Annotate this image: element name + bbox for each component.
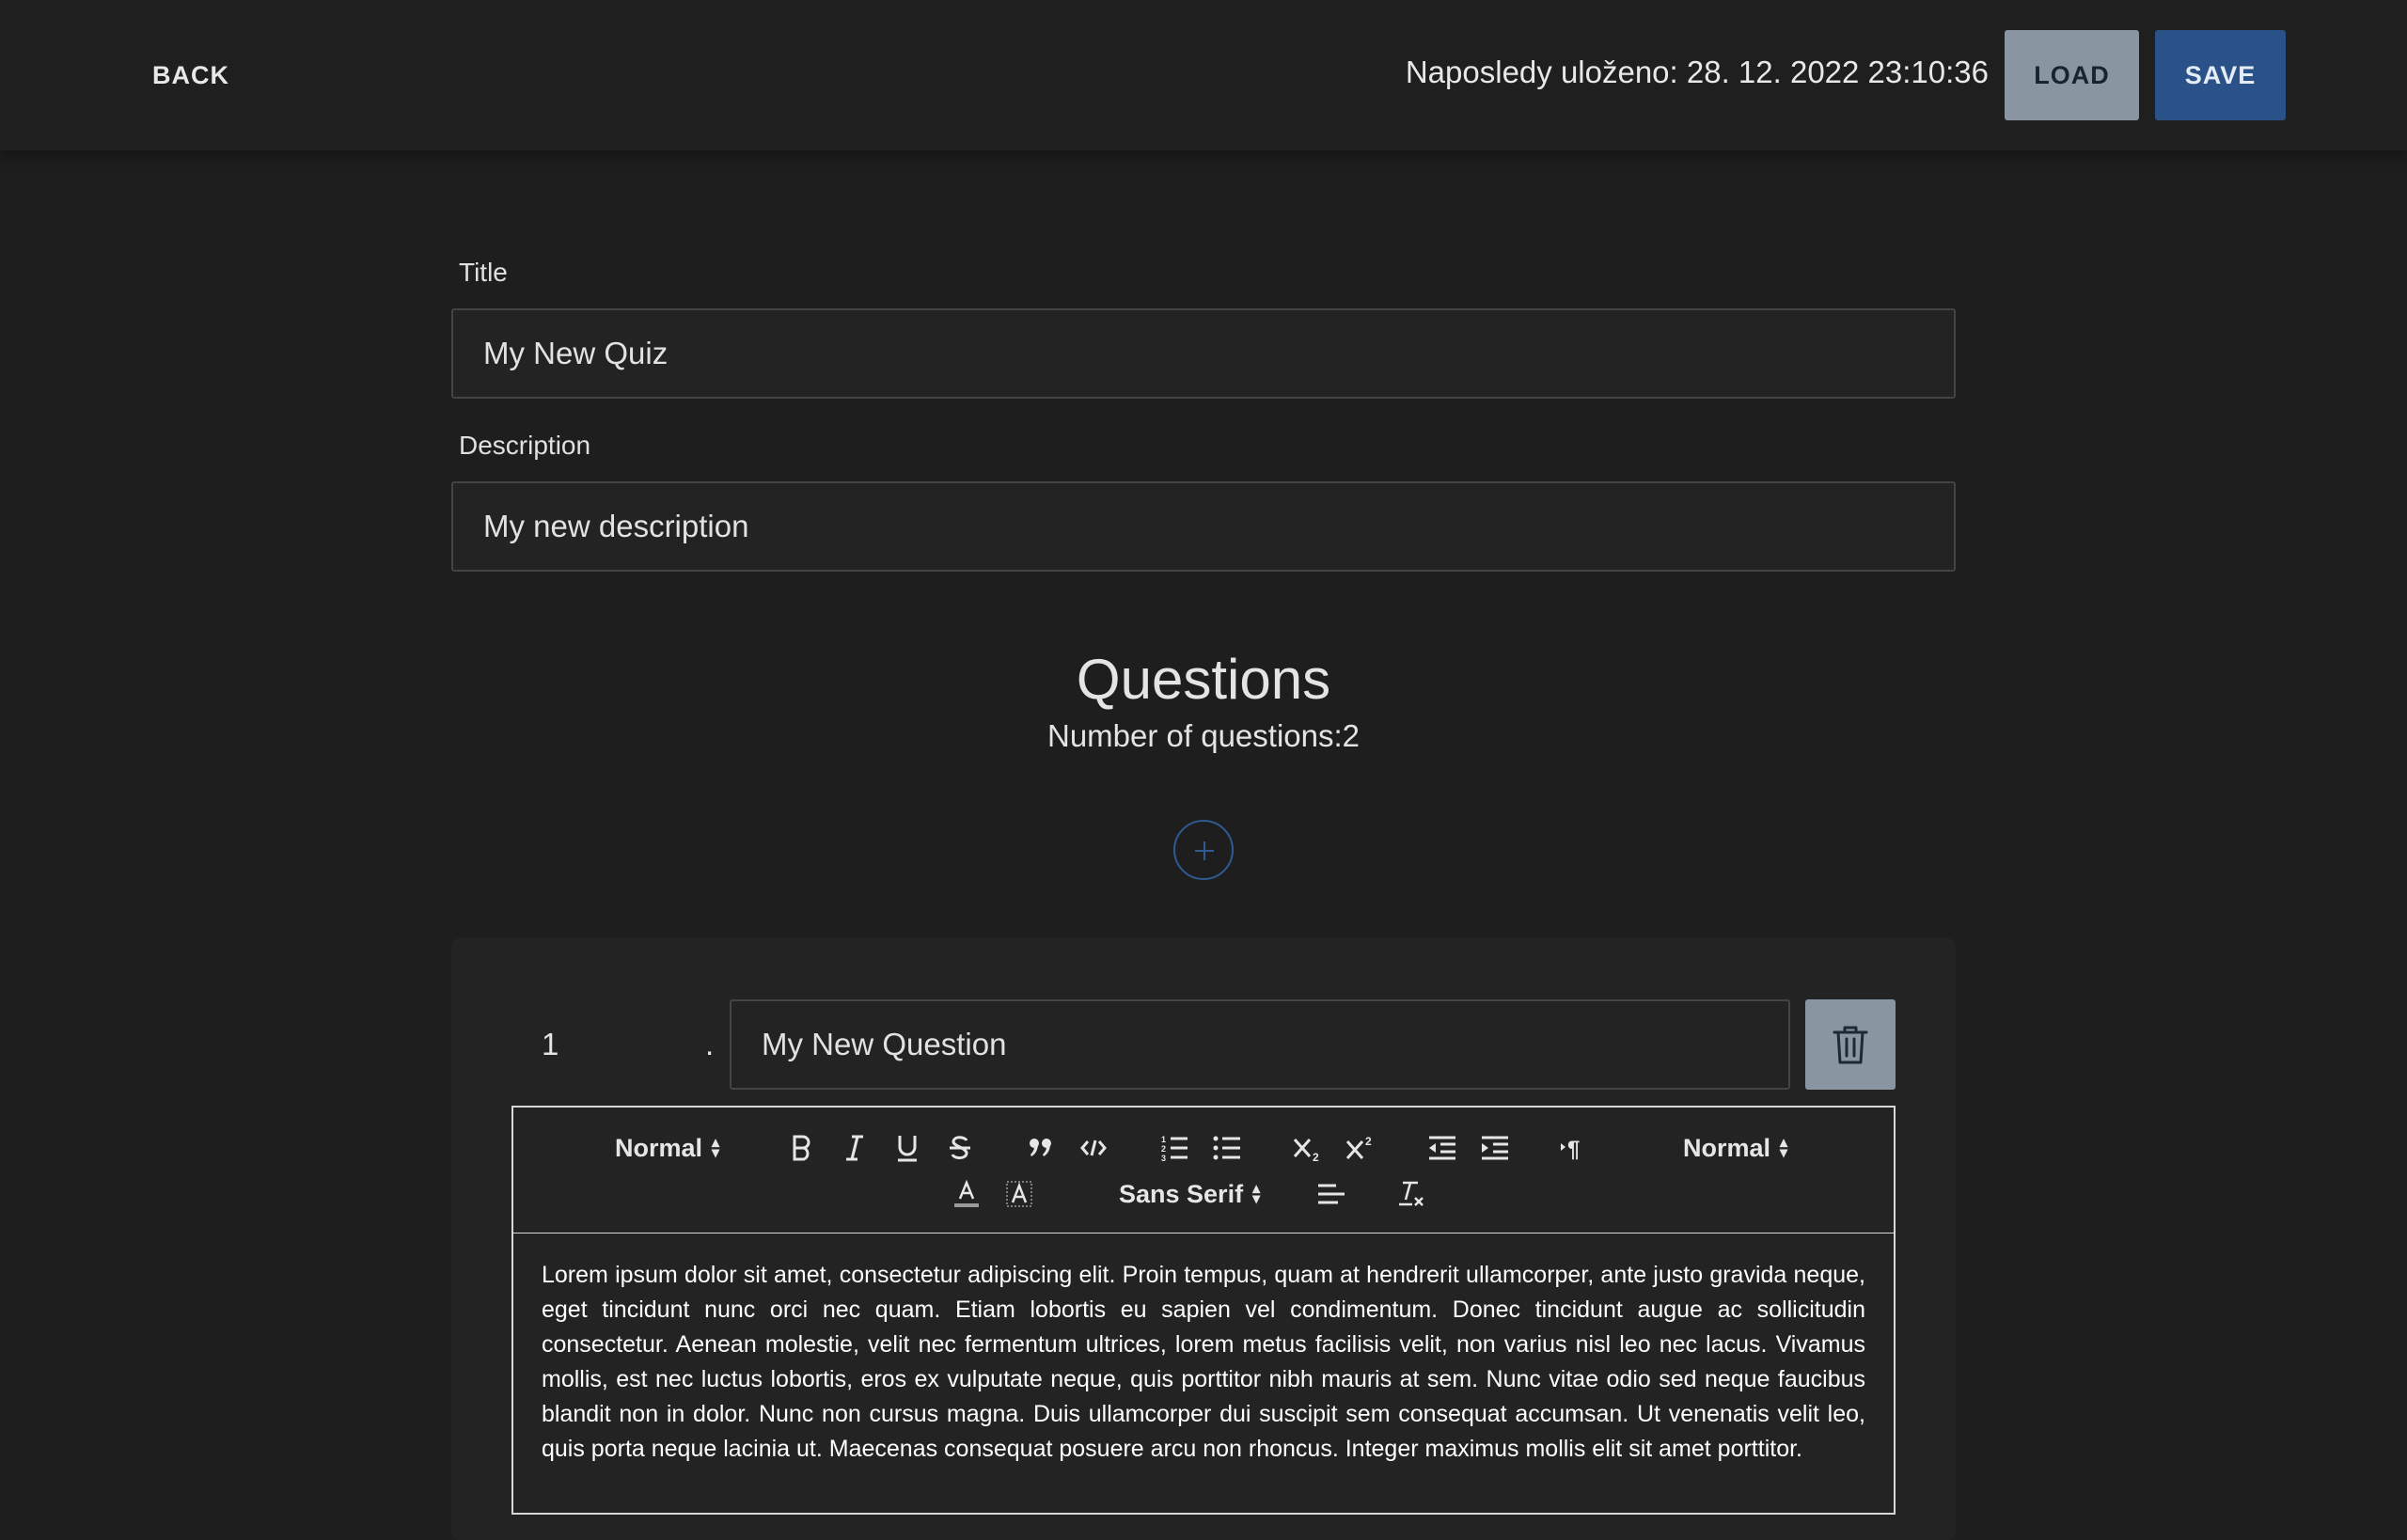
align-icon[interactable] <box>1316 1179 1346 1209</box>
italic-icon[interactable] <box>841 1133 869 1163</box>
plus-icon <box>1195 841 1214 860</box>
background-color-icon[interactable] <box>1004 1179 1034 1209</box>
bullet-list-icon[interactable] <box>1213 1133 1241 1163</box>
select-arrows-icon: ▴ ▾ <box>1252 1180 1261 1207</box>
strikethrough-icon[interactable] <box>946 1133 974 1163</box>
subscript-icon[interactable]: 2 <box>1292 1133 1324 1163</box>
questions-count: Number of questions:2 <box>1046 718 1360 753</box>
svg-text:1: 1 <box>1161 1135 1166 1144</box>
add-question-button[interactable] <box>1173 820 1234 880</box>
indent-icon[interactable] <box>1480 1133 1510 1163</box>
size-select[interactable]: Normal ▴ ▾ <box>1683 1133 1787 1163</box>
description-label: Description <box>459 431 591 460</box>
heading-select[interactable]: Normal ▴ ▾ <box>615 1133 719 1163</box>
title-input[interactable] <box>451 308 1956 399</box>
question-number-dot: . <box>705 1027 715 1061</box>
description-input[interactable] <box>451 481 1956 572</box>
bold-icon[interactable] <box>788 1133 816 1163</box>
size-select-label: Normal <box>1683 1133 1771 1162</box>
rich-text-editor[interactable]: Lorem ipsum dolor sit amet, consectetur … <box>511 1233 1896 1515</box>
save-button[interactable]: SAVE <box>2155 30 2286 120</box>
svg-text:2: 2 <box>1161 1144 1166 1154</box>
load-button[interactable]: LOAD <box>2005 30 2139 120</box>
delete-question-button[interactable] <box>1805 999 1896 1090</box>
back-button[interactable]: BACK <box>139 53 243 98</box>
title-label: Title <box>459 258 508 287</box>
underline-icon[interactable] <box>893 1133 921 1163</box>
trash-icon <box>1833 1026 1868 1064</box>
clear-format-icon[interactable] <box>1397 1179 1427 1209</box>
editor-toolbar <box>511 1106 1896 1234</box>
svg-text:2: 2 <box>1365 1135 1372 1148</box>
text-color-icon[interactable] <box>952 1179 982 1209</box>
outdent-icon[interactable] <box>1427 1133 1457 1163</box>
select-arrows-icon: ▴ ▾ <box>1780 1134 1788 1161</box>
question-number: 1 <box>542 1027 559 1061</box>
svg-text:3: 3 <box>1161 1154 1166 1161</box>
heading-select-label: Normal <box>615 1133 703 1162</box>
ordered-list-icon[interactable]: 123 <box>1160 1133 1188 1163</box>
select-arrows-icon: ▴ ▾ <box>712 1134 720 1161</box>
questions-heading: Questions <box>1076 648 1331 711</box>
svg-text:¶: ¶ <box>1567 1137 1580 1160</box>
font-select-label: Sans Serif <box>1119 1179 1244 1208</box>
svg-text:2: 2 <box>1313 1151 1319 1162</box>
top-bar: BACK Naposledy uloženo: 28. 12. 2022 23:… <box>0 0 2407 150</box>
font-select[interactable]: Sans Serif ▴ ▾ <box>1119 1179 1260 1209</box>
code-block-icon[interactable] <box>1079 1133 1108 1163</box>
blockquote-icon[interactable] <box>1027 1133 1055 1163</box>
last-saved-text: Naposledy uloženo: 28. 12. 2022 23:10:36 <box>1405 55 1989 89</box>
question-body-text: Lorem ipsum dolor sit amet, consectetur … <box>542 1262 1865 1462</box>
superscript-icon[interactable]: 2 <box>1345 1133 1377 1163</box>
text-direction-icon[interactable]: ¶ <box>1559 1133 1589 1163</box>
question-title-input[interactable] <box>730 999 1790 1090</box>
